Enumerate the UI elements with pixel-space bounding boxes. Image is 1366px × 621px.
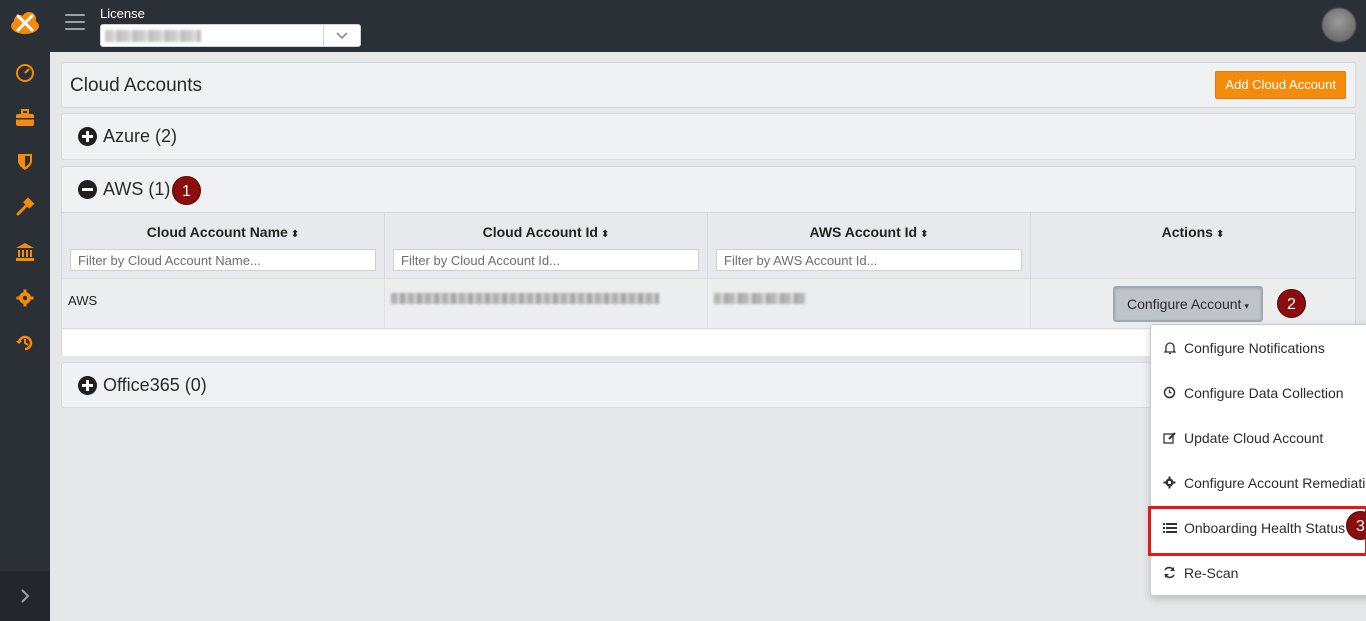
table-row[interactable]: AWS Configure Account ▾ 2 bbox=[62, 279, 1355, 329]
sort-icon[interactable]: ⬍ bbox=[291, 229, 299, 240]
hammer-icon[interactable] bbox=[13, 195, 37, 219]
column-label: Cloud Account Name bbox=[146, 224, 288, 240]
speedometer-icon[interactable] bbox=[13, 61, 37, 85]
column-label: AWS Account Id bbox=[809, 224, 918, 240]
menu-item-re-scan[interactable]: Re-Scan bbox=[1151, 550, 1366, 595]
gear-icon[interactable] bbox=[13, 286, 37, 310]
column-label: Cloud Account Id bbox=[482, 224, 598, 240]
cloud-account-name: AWS bbox=[68, 293, 98, 308]
cloud-account-id-blurred bbox=[391, 293, 659, 304]
app-logo[interactable] bbox=[9, 10, 41, 36]
license-select-divider bbox=[323, 25, 324, 46]
column-aws-account-id[interactable]: AWS Account Id ⬍ bbox=[708, 213, 1031, 280]
cell-cloud-account-name: AWS bbox=[62, 279, 385, 329]
annotation-badge-2: 2 bbox=[1277, 289, 1306, 318]
column-cloud-account-id[interactable]: Cloud Account Id ⬍ bbox=[385, 213, 708, 280]
menu-item-configure-data-collection[interactable]: Configure Data Collection bbox=[1151, 370, 1366, 415]
menu-item-label: Configure Notifications bbox=[1184, 339, 1325, 356]
bank-icon[interactable] bbox=[13, 240, 37, 264]
aws-account-id-blurred bbox=[714, 293, 806, 304]
plus-circle-icon bbox=[78, 127, 97, 146]
top-bar: License bbox=[50, 0, 1366, 52]
menu-item-label: Update Cloud Account bbox=[1184, 429, 1324, 446]
sort-icon[interactable]: ⬍ bbox=[1216, 229, 1224, 240]
column-actions[interactable]: Actions ⬍ bbox=[1031, 213, 1355, 280]
edit-icon bbox=[1162, 430, 1177, 445]
configure-account-label: Configure Account bbox=[1127, 296, 1242, 312]
table-header: Cloud Account Name⬍ Cloud Account Id⬍ AW… bbox=[62, 212, 1355, 280]
menu-item-update-cloud-account[interactable]: Update Cloud Account bbox=[1151, 415, 1366, 460]
highlight-box bbox=[1148, 506, 1366, 556]
sort-icon[interactable]: ⬍ bbox=[601, 229, 609, 240]
hamburger-menu-icon[interactable] bbox=[65, 14, 85, 34]
sort-icon[interactable]: ⬍ bbox=[920, 229, 928, 240]
office365-group-label: Office365 (0) bbox=[103, 375, 207, 395]
chevron-down-icon[interactable] bbox=[330, 26, 354, 46]
license-value-blurred bbox=[105, 30, 201, 42]
license-label: License bbox=[100, 6, 145, 21]
azure-group-toggle[interactable]: Azure (2) bbox=[78, 126, 177, 147]
page-title: Cloud Accounts bbox=[70, 75, 203, 96]
cell-actions: Configure Account ▾ 2 bbox=[1031, 279, 1355, 329]
annotation-badge-1: 1 bbox=[172, 176, 201, 205]
minus-circle-icon bbox=[78, 180, 97, 199]
azure-group: Azure (2) bbox=[61, 113, 1356, 160]
column-label: Actions bbox=[1161, 224, 1213, 240]
license-select[interactable] bbox=[100, 24, 361, 47]
cell-aws-account-id bbox=[708, 279, 1031, 329]
add-cloud-account-button[interactable]: Add Cloud Account bbox=[1215, 71, 1346, 99]
azure-group-label: Azure (2) bbox=[103, 126, 178, 146]
aws-group-label: AWS (1) bbox=[103, 179, 171, 199]
clock-icon bbox=[1162, 385, 1177, 400]
refresh-icon bbox=[1162, 565, 1177, 580]
user-avatar[interactable] bbox=[1322, 8, 1356, 42]
history-icon[interactable] bbox=[13, 331, 37, 355]
filter-cloud-account-name-input[interactable] bbox=[70, 249, 376, 271]
gear-icon bbox=[1162, 475, 1177, 490]
filter-aws-account-id-input[interactable] bbox=[716, 249, 1022, 271]
cell-cloud-account-id bbox=[385, 279, 708, 329]
caret-down-icon: ▾ bbox=[1244, 301, 1249, 311]
sidebar bbox=[0, 0, 50, 621]
menu-item-label: Configure Account Remediation bbox=[1184, 474, 1366, 491]
plus-circle-icon bbox=[78, 376, 97, 395]
chevron-right-icon bbox=[21, 589, 30, 603]
office365-group-toggle[interactable]: Office365 (0) bbox=[78, 375, 207, 396]
menu-item-label: Configure Data Collection bbox=[1184, 384, 1344, 401]
bell-icon bbox=[1162, 340, 1177, 355]
shield-icon[interactable] bbox=[13, 150, 37, 174]
cloud-accounts-header: Cloud Accounts Add Cloud Account bbox=[61, 62, 1356, 108]
menu-item-label: Re-Scan bbox=[1184, 564, 1239, 581]
aws-group-toggle[interactable]: AWS (1) bbox=[78, 179, 170, 200]
sidebar-expand-button[interactable] bbox=[0, 571, 50, 621]
column-cloud-account-name[interactable]: Cloud Account Name ⬍ bbox=[62, 213, 385, 280]
briefcase-icon[interactable] bbox=[13, 106, 37, 130]
filter-cloud-account-id-input[interactable] bbox=[393, 249, 699, 271]
menu-item-configure-notifications[interactable]: Configure Notifications bbox=[1151, 325, 1366, 370]
menu-item-configure-account-remediation[interactable]: Configure Account Remediation bbox=[1151, 460, 1366, 505]
configure-account-button[interactable]: Configure Account ▾ bbox=[1113, 286, 1263, 322]
